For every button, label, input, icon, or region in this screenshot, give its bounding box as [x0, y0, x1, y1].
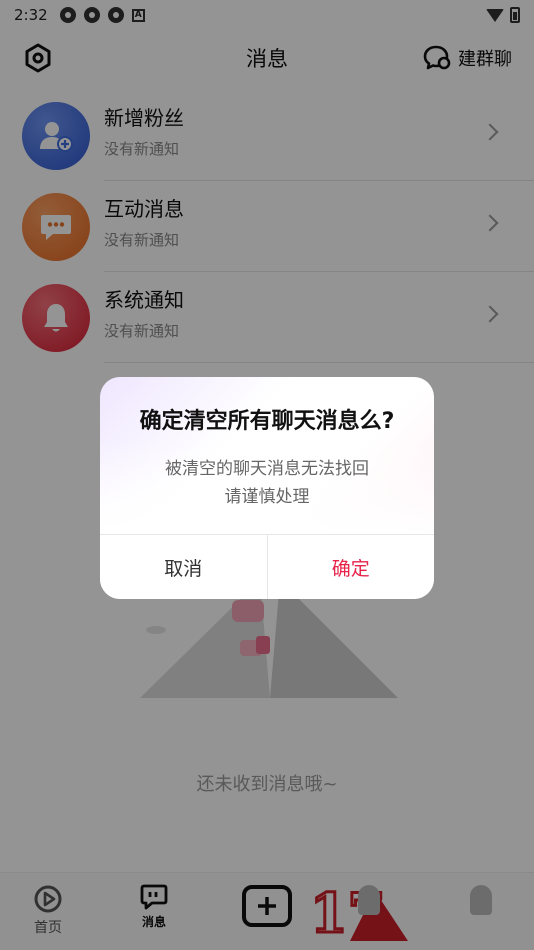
dialog-title: 确定清空所有聊天消息么? [139, 409, 395, 434]
dialog-message: 被清空的聊天消息无法找回 请谨慎处理 [100, 455, 434, 511]
dialog-message-line2: 请谨慎处理 [224, 487, 310, 507]
cancel-button[interactable]: 取消 [100, 535, 268, 599]
clear-chat-dialog: 确定清空所有聊天消息么? 被清空的聊天消息无法找回 请谨慎处理 取消 确定 [100, 377, 434, 599]
confirm-button[interactable]: 确定 [268, 535, 435, 599]
dialog-message-line1: 被清空的聊天消息无法找回 [165, 459, 369, 479]
dialog-actions: 取消 确定 [100, 534, 434, 599]
